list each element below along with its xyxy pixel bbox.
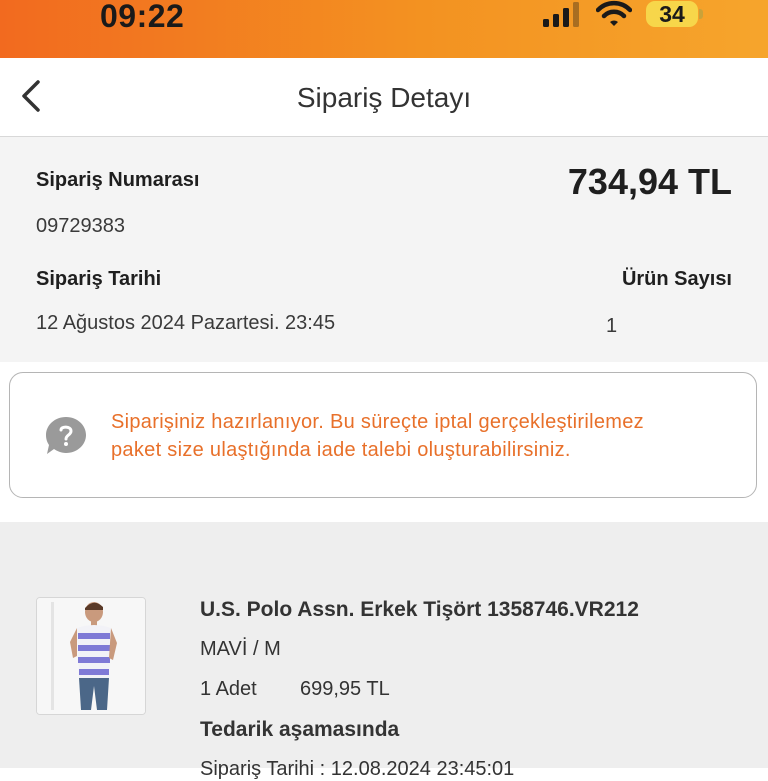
product-name[interactable]: U.S. Polo Assn. Erkek Tişört 1358746.VR2…: [200, 598, 639, 622]
order-date: 12 Ağustos 2024 Pazartesi. 23:45: [36, 312, 336, 334]
product-photo: [37, 598, 145, 714]
order-number-label: Sipariş Numarası: [36, 169, 200, 191]
battery-indicator: 34: [646, 1, 698, 27]
item-count-label: Ürün Sayısı: [621, 268, 732, 290]
page-title: Sipariş Detayı: [296, 82, 472, 113]
order-notice: Siparişiniz hazırlanıyor. Bu süreçte ipt…: [9, 372, 757, 498]
notice-line-2: paket size ulaştığında iade talebi oluşt…: [111, 439, 571, 461]
order-number: 09729383: [36, 215, 125, 237]
notice-text: Siparişiniz hazırlanıyor. Bu süreçte ipt…: [111, 408, 751, 464]
wifi-icon: [596, 0, 632, 26]
navigation-bar: Sipariş Detayı: [0, 58, 768, 137]
battery-tip: [699, 9, 703, 19]
question-bubble-icon: [46, 417, 86, 454]
cellular-signal-icon: [543, 2, 579, 27]
item-count: 1: [606, 315, 618, 337]
notice-line-1: Siparişiniz hazırlanıyor. Bu süreçte ipt…: [111, 411, 644, 433]
order-total: 734,94 TL: [567, 161, 732, 202]
product-status: Tedarik aşamasında: [200, 718, 400, 741]
product-price: 699,95 TL: [300, 678, 390, 700]
product-image[interactable]: [36, 597, 146, 715]
product-variant: MAVİ / M: [200, 638, 281, 660]
order-date-label: Sipariş Tarihi: [36, 268, 162, 290]
product-list: U.S. Polo Assn. Erkek Tişört 1358746.VR2…: [0, 522, 768, 780]
product-quantity: 1 Adet: [200, 678, 257, 700]
product-order-date: Sipariş Tarihi : 12.08.2024 23:45:01: [200, 758, 515, 780]
order-summary: Sipariş Numarası 734,94 TL 09729383 Sipa…: [0, 137, 768, 362]
status-bar: 09:22 34: [0, 0, 768, 58]
status-time: 09:22: [100, 0, 185, 34]
